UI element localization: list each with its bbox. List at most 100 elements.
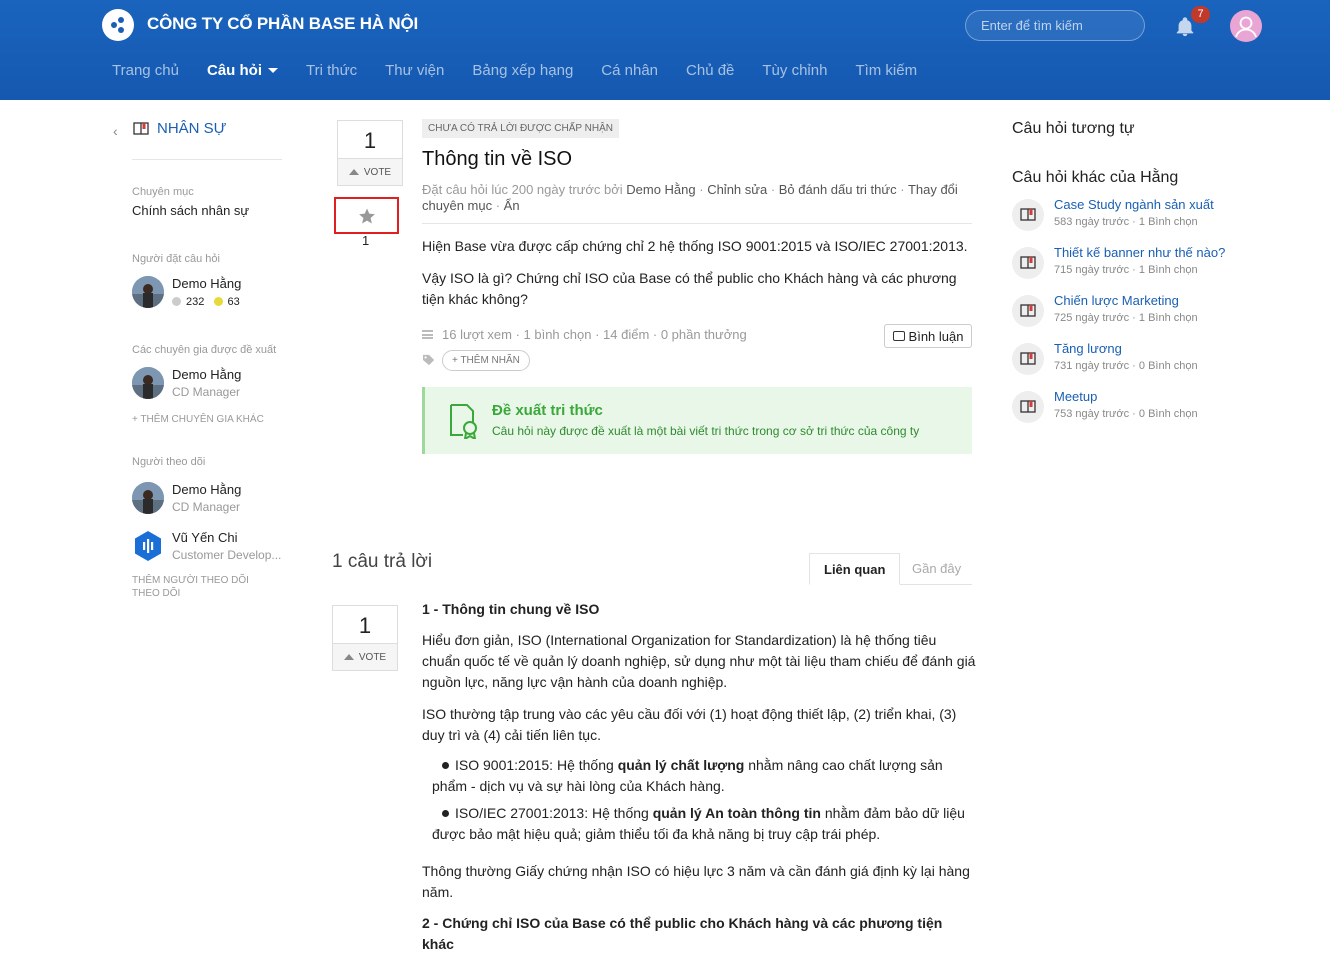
avatar bbox=[132, 367, 164, 399]
knowledge-suggestion-box: Đề xuất tri thức Câu hỏi này được đề xuấ… bbox=[422, 387, 972, 454]
nav-library[interactable]: Thư viện bbox=[385, 62, 444, 79]
book-icon bbox=[1012, 247, 1044, 279]
author-link[interactable]: Demo Hằng bbox=[626, 182, 695, 197]
suggestion-title: Đề xuất tri thức bbox=[492, 402, 603, 419]
follower-name: Demo Hằng bbox=[172, 482, 242, 497]
answer-paragraph: Thông thường Giấy chứng nhận ISO có hiệu… bbox=[422, 863, 970, 900]
user-avatar[interactable] bbox=[1230, 10, 1262, 42]
list-item: ISO/IEC 27001:2013: Hệ thống quản lý An … bbox=[432, 805, 965, 842]
asker-label: Người đặt câu hỏi bbox=[132, 253, 220, 265]
search-input[interactable] bbox=[965, 10, 1145, 41]
related-question-link[interactable]: Case Study ngành sản xuất bbox=[1054, 197, 1214, 212]
book-icon bbox=[133, 121, 149, 135]
vote-count: 1 bbox=[358, 613, 372, 638]
list-item[interactable]: Meetup 753 ngày trước · 0 Bình chọn bbox=[1012, 389, 1252, 429]
book-icon bbox=[1012, 343, 1044, 375]
tab-related[interactable]: Liên quan bbox=[809, 553, 901, 585]
avatar bbox=[132, 530, 164, 562]
book-icon bbox=[1012, 295, 1044, 327]
upvote-icon bbox=[348, 169, 359, 175]
status-badge: CHƯA CÓ TRẢ LỜI ĐƯỢC CHẤP NHẬN bbox=[422, 119, 619, 138]
related-question-meta: 715 ngày trước · 1 Bình chọn bbox=[1054, 264, 1198, 276]
similar-questions-title: Câu hỏi tương tự bbox=[1012, 120, 1135, 137]
tag-icon bbox=[423, 354, 435, 366]
nav-home[interactable]: Trang chủ bbox=[112, 62, 179, 79]
answer-vote-box[interactable]: 1 VOTE bbox=[332, 605, 398, 671]
other-questions-title: Câu hỏi khác của Hằng bbox=[1012, 169, 1179, 186]
question-body-2: Vậy ISO là gì? Chứng chỉ ISO của Base có… bbox=[422, 270, 957, 307]
asker-card[interactable]: Demo Hằng 232 63 bbox=[132, 276, 282, 312]
edit-link[interactable]: Chỉnh sửa bbox=[707, 182, 767, 197]
notification-badge: 7 bbox=[1191, 6, 1210, 23]
tab-recent[interactable]: Gần đây bbox=[898, 553, 975, 585]
top-header: CÔNG TY CỔ PHẦN BASE HÀ NỘI 7 Trang chủ … bbox=[0, 0, 1330, 100]
add-expert-link[interactable]: + THÊM CHUYÊN GIA KHÁC bbox=[132, 413, 264, 426]
follower-card[interactable]: Vũ Yến Chi Customer Develop... bbox=[132, 530, 282, 566]
star-button[interactable] bbox=[334, 197, 399, 234]
book-icon bbox=[1012, 199, 1044, 231]
question-vote-box[interactable]: 1 VOTE bbox=[337, 120, 403, 186]
suggestion-text: Câu hỏi này được đề xuất là một bài viết… bbox=[492, 424, 920, 438]
unmark-knowledge-link[interactable]: Bỏ đánh dấu tri thức bbox=[779, 182, 897, 197]
related-question-meta: 583 ngày trước · 1 Bình chọn bbox=[1054, 216, 1198, 228]
question-body-1: Hiện Base vừa được cấp chứng chỉ 2 hệ th… bbox=[422, 238, 968, 254]
asker-name: Demo Hằng bbox=[172, 276, 242, 291]
list-item: ISO 9001:2015: Hệ thống quản lý chất lượ… bbox=[432, 757, 943, 794]
comment-icon bbox=[892, 331, 905, 341]
followers-label: Người theo dõi bbox=[132, 456, 206, 468]
follower-role: Customer Develop... bbox=[172, 548, 282, 562]
related-question-link[interactable]: Thiết kế banner như thế nào? bbox=[1054, 245, 1225, 260]
list-item[interactable]: Tăng lương 731 ngày trước · 0 Bình chọn bbox=[1012, 341, 1252, 381]
follower-card[interactable]: Demo Hằng CD Manager bbox=[132, 482, 282, 518]
nav-search[interactable]: Tìm kiếm bbox=[855, 62, 917, 79]
chevron-down-icon bbox=[267, 68, 278, 73]
divider bbox=[422, 223, 972, 224]
list-icon bbox=[422, 330, 433, 339]
hide-link[interactable]: Ẩn bbox=[504, 198, 520, 213]
answer-paragraph: Hiểu đơn giản, ISO (International Organi… bbox=[422, 632, 976, 690]
add-follower-link[interactable]: THÊM NGƯỜI THEO DÕI THEO DÕI bbox=[132, 574, 249, 600]
related-question-link[interactable]: Chiến lược Marketing bbox=[1054, 293, 1179, 308]
list-item[interactable]: Thiết kế banner như thế nào? 715 ngày tr… bbox=[1012, 245, 1252, 285]
list-item[interactable]: Chiến lược Marketing 725 ngày trước · 1 … bbox=[1012, 293, 1252, 333]
vote-button[interactable]: VOTE bbox=[333, 643, 397, 670]
avatar bbox=[132, 276, 164, 308]
nav-personal[interactable]: Cá nhân bbox=[601, 62, 658, 79]
company-name[interactable]: CÔNG TY CỔ PHẦN BASE HÀ NỘI bbox=[147, 14, 418, 34]
answer-count: 1 câu trả lời bbox=[332, 551, 433, 572]
related-question-meta: 753 ngày trước · 0 Bình chọn bbox=[1054, 408, 1198, 420]
star-icon bbox=[359, 208, 375, 224]
nav-knowledge[interactable]: Tri thức bbox=[306, 62, 357, 79]
nav-questions[interactable]: Câu hỏi bbox=[207, 62, 278, 79]
company-logo-icon[interactable] bbox=[102, 9, 134, 41]
vote-button[interactable]: VOTE bbox=[338, 158, 402, 185]
upvote-icon bbox=[343, 654, 354, 660]
category-value[interactable]: Chính sách nhân sự bbox=[132, 203, 249, 218]
nav-customize[interactable]: Tùy chỉnh bbox=[762, 62, 827, 79]
star-count: 1 bbox=[362, 233, 370, 248]
related-question-meta: 725 ngày trước · 1 Bình chọn bbox=[1054, 312, 1198, 324]
follower-name: Vũ Yến Chi bbox=[172, 530, 238, 545]
asker-stats: 232 63 bbox=[172, 296, 282, 308]
main-nav: Trang chủ Câu hỏi Tri thức Thư viện Bảng… bbox=[112, 62, 945, 79]
comment-button[interactable]: Bình luận bbox=[884, 324, 972, 348]
answer-paragraph: ISO thường tập trung vào các yêu cầu đối… bbox=[422, 706, 957, 743]
question-title: Thông tin về ISO bbox=[422, 148, 573, 170]
book-icon bbox=[1012, 391, 1044, 423]
add-tag-button[interactable]: + THÊM NHÃN bbox=[442, 350, 530, 371]
question-meta: Đặt câu hỏi lúc 200 ngày trước bởi Demo … bbox=[422, 182, 958, 213]
experts-label: Các chuyên gia được đề xuất bbox=[132, 344, 277, 356]
answer-heading-1: 1 - Thông tin chung về ISO bbox=[422, 601, 600, 617]
divider bbox=[132, 159, 282, 160]
list-item[interactable]: Case Study ngành sản xuất 583 ngày trước… bbox=[1012, 197, 1252, 237]
related-question-link[interactable]: Meetup bbox=[1054, 389, 1097, 404]
category-title[interactable]: NHÂN SỰ bbox=[133, 120, 227, 137]
question-stats: 16 lượt xem · 1 bình chọn · 14 điểm · 0 … bbox=[422, 327, 747, 342]
category-label: Chuyên mục bbox=[132, 186, 194, 198]
back-chevron-icon[interactable]: ‹ bbox=[113, 123, 118, 139]
expert-card[interactable]: Demo Hằng CD Manager bbox=[132, 367, 282, 403]
related-question-link[interactable]: Tăng lương bbox=[1054, 341, 1122, 356]
nav-leaderboard[interactable]: Bảng xếp hạng bbox=[472, 62, 573, 79]
expert-name: Demo Hằng bbox=[172, 367, 242, 382]
nav-topics[interactable]: Chủ đề bbox=[686, 62, 734, 79]
